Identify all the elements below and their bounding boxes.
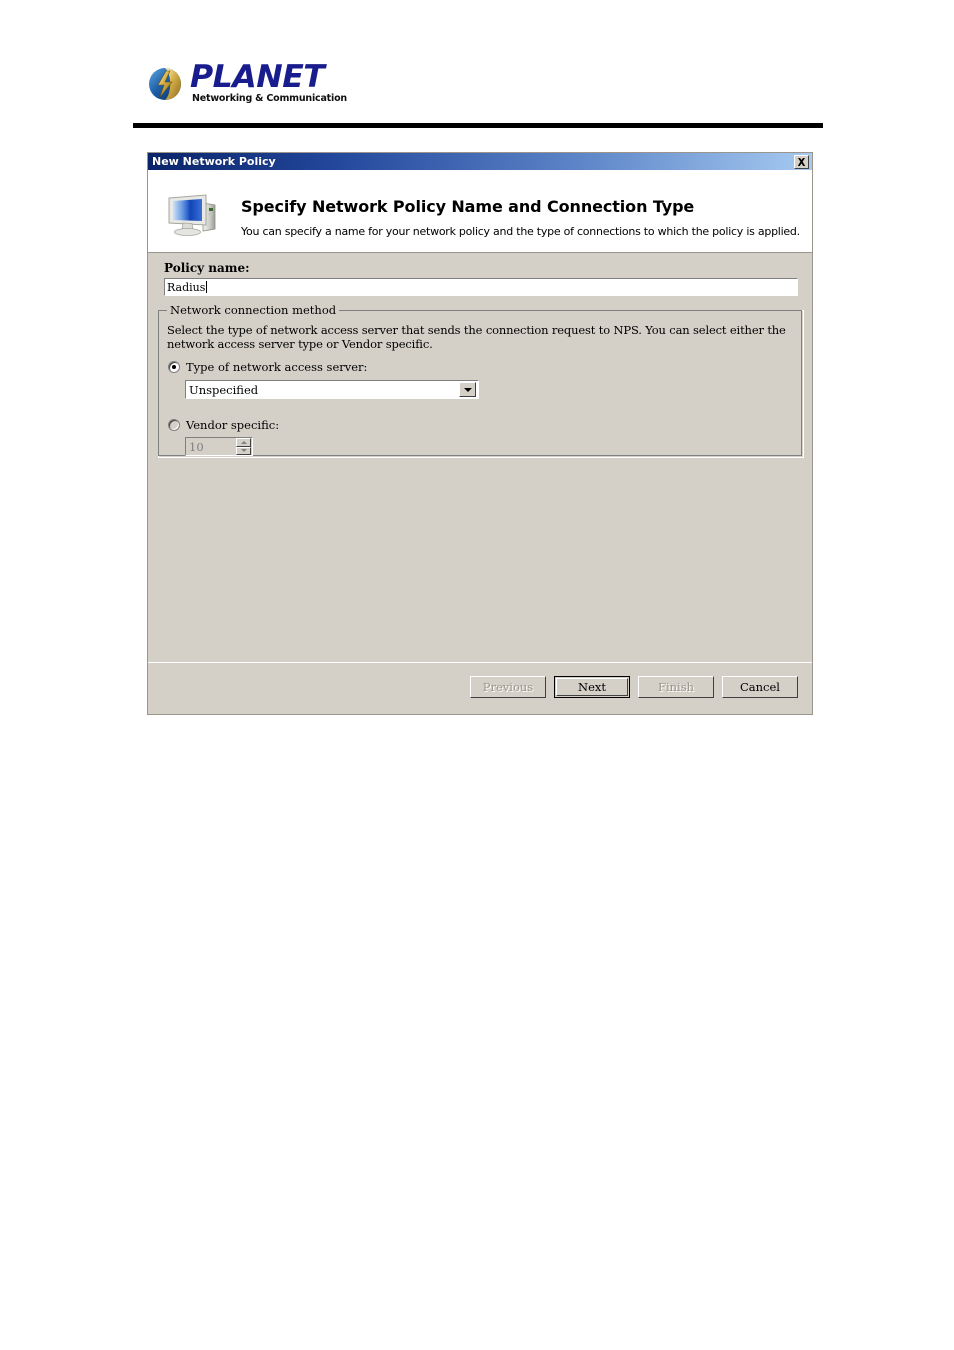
dialog-button-row: Previous Next Finish Cancel: [470, 676, 798, 698]
finish-button-label: Finish: [657, 680, 695, 694]
header-divider: [133, 123, 823, 128]
next-button-label: Next: [578, 680, 606, 694]
radio-selected-icon: [168, 361, 180, 373]
close-button[interactable]: [794, 155, 809, 169]
planet-globe-icon: [146, 64, 186, 104]
chevron-down-icon: [463, 387, 472, 392]
spinner-up-button[interactable]: [236, 438, 251, 447]
group-description: Select the type of network access server…: [167, 323, 786, 351]
radio-unselected-icon: [168, 419, 180, 431]
finish-button[interactable]: Finish: [638, 676, 714, 698]
cancel-button[interactable]: Cancel: [722, 676, 798, 698]
arrow-up-icon: [240, 440, 247, 444]
dropdown-selected-value: Unspecified: [189, 382, 259, 397]
spinner-value: 10: [189, 439, 204, 454]
dialog-body: Policy name: Radius Network connection m…: [148, 253, 812, 662]
spinner-buttons[interactable]: [236, 438, 251, 455]
spinner-down-button[interactable]: [236, 446, 251, 455]
dialog-titlebar: New Network Policy: [148, 153, 812, 170]
cancel-button-label: Cancel: [740, 680, 780, 694]
radio-type-of-network-access-server[interactable]: Type of network access server:: [168, 360, 367, 374]
arrow-down-icon: [240, 449, 247, 453]
dialog-subheading: You can specify a name for your network …: [241, 225, 800, 238]
dialog-header: Specify Network Policy Name and Connecti…: [148, 170, 812, 253]
new-network-policy-dialog: New Network Policy Specify Network Polic…: [147, 152, 813, 715]
dialog-footer: Previous Next Finish Cancel: [148, 662, 812, 714]
logo-tagline: Networking & Communication: [192, 93, 347, 104]
network-access-server-type-dropdown[interactable]: Unspecified: [185, 380, 479, 399]
close-icon: [797, 158, 806, 166]
dialog-heading: Specify Network Policy Name and Connecti…: [241, 197, 695, 216]
dropdown-toggle-button[interactable]: [459, 382, 476, 397]
policy-name-input[interactable]: Radius: [164, 278, 798, 296]
radio-vendor-specific-label: Vendor specific:: [186, 418, 280, 432]
previous-button[interactable]: Previous: [470, 676, 546, 698]
next-button[interactable]: Next: [554, 676, 630, 698]
text-caret: [206, 281, 208, 293]
policy-name-label: Policy name:: [164, 261, 250, 275]
vendor-specific-spinner[interactable]: 10: [185, 437, 253, 456]
logo-wordmark: PLANET: [190, 59, 325, 95]
computer-monitor-icon: [165, 191, 223, 239]
planet-logo: PLANET Networking & Communication: [146, 60, 347, 108]
previous-button-label: Previous: [482, 680, 534, 694]
radio-server-type-label: Type of network access server:: [186, 360, 368, 374]
policy-name-value: Radius: [167, 280, 206, 294]
radio-vendor-specific[interactable]: Vendor specific:: [168, 418, 279, 432]
group-legend: Network connection method: [167, 303, 340, 317]
network-connection-method-group: Network connection method Select the typ…: [158, 303, 804, 458]
dialog-title: New Network Policy: [152, 155, 276, 168]
